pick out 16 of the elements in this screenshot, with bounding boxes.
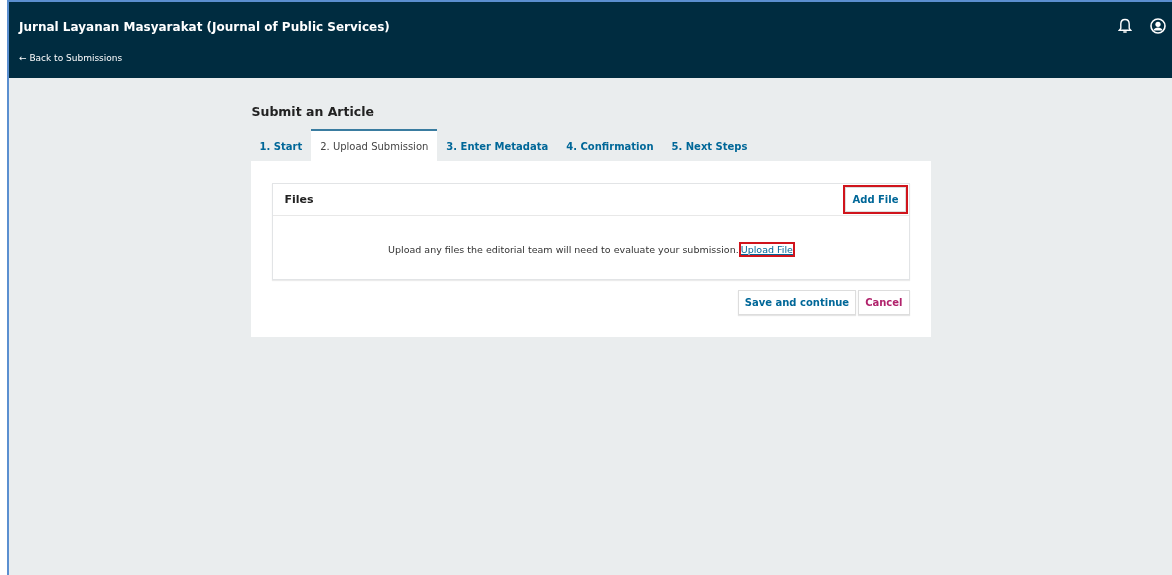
cancel-button[interactable]: Cancel [858,290,910,315]
step-tab[interactable]: 2. Upload Submission [311,129,438,161]
user-account-icon[interactable] [1150,18,1166,34]
step-tab[interactable]: 3. Enter Metadata [437,129,558,161]
upload-instructions: Upload any files the editorial team will need to evaluate your submission. [388,244,739,255]
back-link[interactable]: ← Back to Submissions [19,53,390,63]
journal-title: Jurnal Layanan Masyarakat (Journal of Public Services) [19,20,390,34]
files-heading: Files [284,193,314,206]
step-tab[interactable]: 5. Next Steps [662,129,757,161]
step-tab[interactable]: 4. Confirmation [557,129,663,161]
notification-bell-icon[interactable] [1118,18,1132,34]
step-tab[interactable]: 1. Start [250,129,312,161]
add-file-button[interactable]: Add File [845,187,906,212]
save-continue-button[interactable]: Save and continue [737,290,857,315]
page-title: Submit an Article [251,104,375,119]
upload-file-link[interactable]: Upload File [740,244,793,255]
